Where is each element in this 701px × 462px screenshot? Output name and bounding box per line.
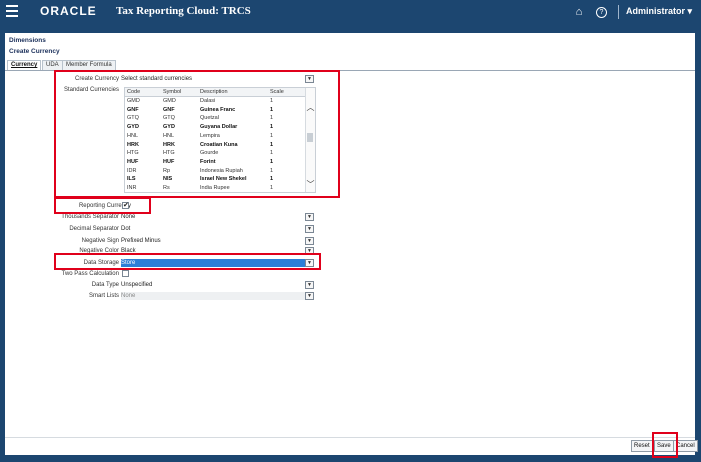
thousands-separator-select[interactable]: None ▼ xyxy=(121,213,314,221)
header-separator xyxy=(618,5,619,19)
smart-lists-label: Smart Lists xyxy=(88,293,119,299)
reset-button[interactable]: Reset xyxy=(631,440,653,452)
breadcrumb-dimensions[interactable]: Dimensions xyxy=(9,37,46,44)
annotation-box-reporting-currency xyxy=(54,197,151,214)
tab-currency[interactable]: Currency xyxy=(7,60,42,70)
hamburger-menu-icon[interactable] xyxy=(6,5,18,17)
two-pass-calculation-checkbox[interactable] xyxy=(122,270,129,277)
negative-sign-select[interactable]: Prefixed Minus ▼ xyxy=(121,237,314,245)
two-pass-calculation-label: Two Pass Calculation xyxy=(61,271,119,277)
footer-divider xyxy=(5,437,695,438)
tab-member-formula[interactable]: Member Formula xyxy=(62,60,116,70)
negative-sign-label: Negative Sign xyxy=(81,238,119,244)
tab-uda[interactable]: UDA xyxy=(42,60,63,70)
chevron-down-icon: ▼ xyxy=(305,292,314,300)
data-type-value: Unspecified xyxy=(121,282,153,288)
page-title: Create Currency xyxy=(9,48,60,55)
decimal-separator-select[interactable]: Dot ▼ xyxy=(121,225,314,233)
decimal-separator-label: Decimal Separator xyxy=(69,226,119,232)
smart-lists-select: None ▼ xyxy=(121,292,314,300)
annotation-box-save xyxy=(652,432,678,458)
smart-lists-value: None xyxy=(121,293,136,299)
chevron-down-icon[interactable]: ▼ xyxy=(305,281,314,289)
chevron-down-icon[interactable]: ▼ xyxy=(305,225,314,233)
annotation-box-data-storage xyxy=(54,253,321,270)
thousands-separator-label: Thousands Separator xyxy=(61,214,119,220)
data-type-label: Data Type xyxy=(91,282,119,288)
decimal-separator-value: Dot xyxy=(121,226,131,232)
help-icon[interactable]: ? xyxy=(596,7,607,18)
chevron-down-icon[interactable]: ▼ xyxy=(305,213,314,221)
home-icon[interactable]: ⌂ xyxy=(572,5,586,19)
data-type-select[interactable]: Unspecified ▼ xyxy=(121,281,314,289)
user-menu[interactable]: Administrator ▾ xyxy=(626,6,692,17)
app-title: Tax Reporting Cloud: TRCS xyxy=(116,5,251,17)
negative-sign-value: Prefixed Minus xyxy=(121,238,161,244)
chevron-down-icon[interactable]: ▼ xyxy=(305,237,314,245)
thousands-separator-value: None xyxy=(121,214,136,220)
oracle-logo: ORACLE xyxy=(40,4,97,18)
annotation-box-currencies xyxy=(54,70,340,198)
top-bar: ORACLE Tax Reporting Cloud: TRCS ⌂ ? Adm… xyxy=(0,0,701,26)
